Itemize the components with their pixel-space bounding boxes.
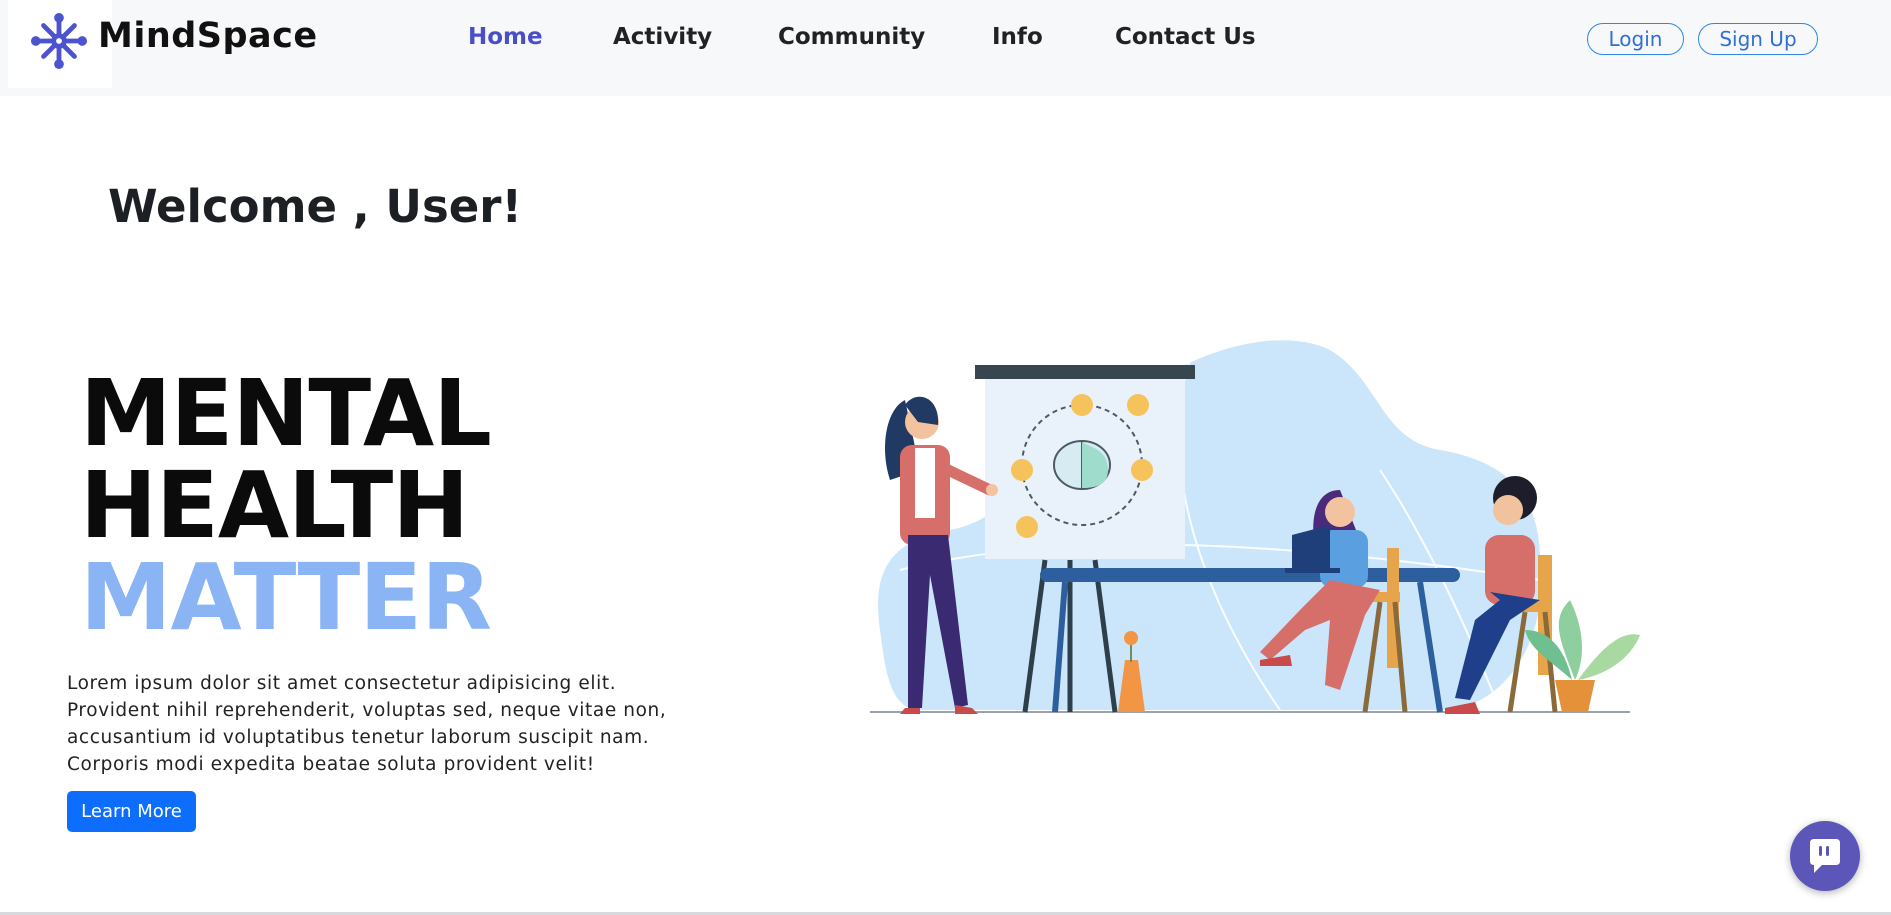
intro-line: Corporis modi expedita beatae soluta pro… xyxy=(67,754,595,775)
snowflake-icon[interactable] xyxy=(30,12,88,70)
headline-line-2: HEALTH xyxy=(80,452,469,559)
hero-headline: MENTAL HEALTH MATTER xyxy=(80,360,492,651)
chat-button[interactable] xyxy=(1790,821,1860,891)
learn-more-button[interactable]: Learn More xyxy=(67,791,196,832)
signup-button[interactable]: Sign Up xyxy=(1698,23,1818,55)
intro-paragraph: Lorem ipsum dolor sit amet consectetur a… xyxy=(67,670,707,778)
intro-line: accusantium id voluptatibus tenetur labo… xyxy=(67,727,650,748)
nav-link-contact-us[interactable]: Contact Us xyxy=(1115,24,1256,50)
navbar: MindSpace Home Activity Community Info C… xyxy=(0,0,1891,96)
welcome-heading: Welcome , User! xyxy=(108,180,522,233)
headline-line-1: MENTAL xyxy=(80,360,492,467)
nav-link-activity[interactable]: Activity xyxy=(613,24,712,50)
login-button[interactable]: Login xyxy=(1587,23,1684,55)
nav-link-home[interactable]: Home xyxy=(468,24,543,50)
intro-line: Lorem ipsum dolor sit amet consectetur a… xyxy=(67,673,617,694)
chat-bubble-icon xyxy=(1810,839,1840,873)
team-meeting-illustration xyxy=(870,340,1640,714)
headline-line-3: MATTER xyxy=(80,544,492,651)
intro-line: Provident nihil reprehenderit, voluptas … xyxy=(67,700,667,721)
brand-name[interactable]: MindSpace xyxy=(98,16,318,56)
nav-link-community[interactable]: Community xyxy=(778,24,925,50)
nav-link-info[interactable]: Info xyxy=(992,24,1043,50)
